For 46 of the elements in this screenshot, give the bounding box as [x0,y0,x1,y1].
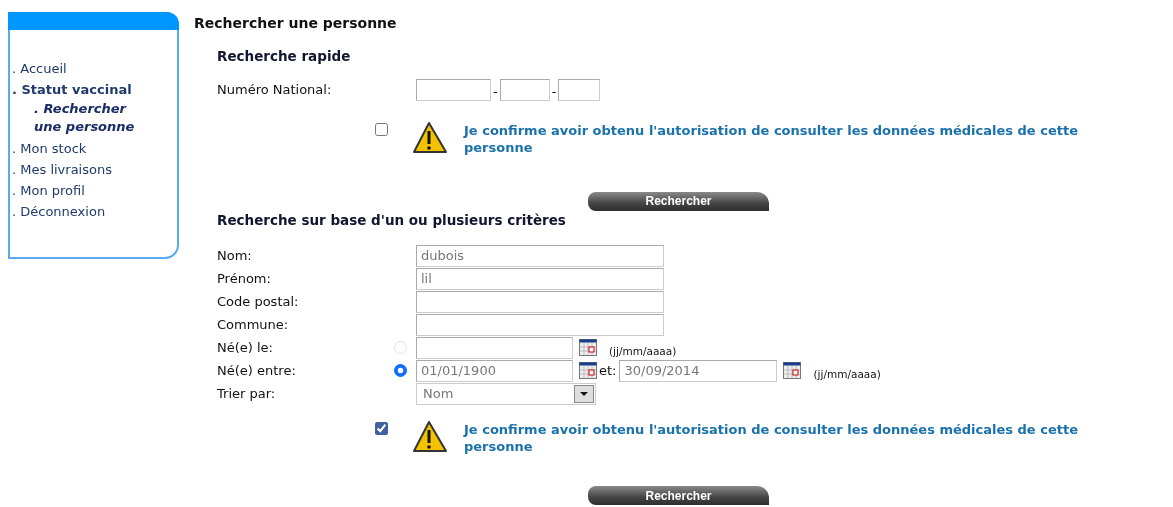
field-label: Numéro National: [217,81,333,100]
nav-link[interactable]: . Mes livraisons [12,159,177,180]
confirm-checkbox[interactable] [375,422,388,435]
input-field[interactable] [416,290,664,313]
nav-link[interactable]: . Mon profil [12,180,177,201]
field-label: Code postal: [217,292,300,311]
input-field[interactable] [416,79,491,101]
field-label: Né(e) le: [217,338,274,357]
date-field[interactable]: 01/01/1900 [416,359,573,382]
field-label: Commune: [217,315,290,334]
calendar-icon[interactable] [783,362,802,379]
confirm-text: Je confirme avoir obtenu l'autorisation de consulter les données médicales de cette personne [464,121,1079,156]
warning-icon [410,119,448,156]
to-label: et: [599,361,617,380]
search-button[interactable]: Rechercher [588,486,769,505]
input-field[interactable] [499,79,550,101]
nav-link[interactable]: . Accueil [12,58,177,79]
field-label: Né(e) entre: [217,361,297,380]
separator-text: - [492,83,499,102]
date-format-hint: (jj/mm/aaaa) [609,343,677,359]
input-field[interactable] [416,313,664,336]
date-format-hint: (jj/mm/aaaa) [813,366,881,382]
input-field[interactable]: lil [416,267,664,290]
date-field[interactable] [416,336,573,359]
date-field[interactable]: 30/09/2014 [619,359,778,382]
nav-link[interactable]: . Rechercher une personne [12,100,152,136]
nav-link[interactable]: . Mon stock [12,138,177,159]
nav-link[interactable]: . Déconnexion [12,201,177,222]
separator-text: - [550,83,558,102]
calendar-icon[interactable] [579,362,597,379]
confirm-checkbox[interactable] [375,122,388,136]
field-label: Nom: [217,246,253,265]
field-label: Trier par: [217,384,277,403]
warning-icon [410,419,448,455]
page-title: Rechercher une personne [194,14,398,33]
nav-link[interactable]: . Statut vaccinal [12,79,177,100]
calendar-icon[interactable] [579,339,597,356]
confirm-text: Je confirme avoir obtenu l'autorisation de consulter les données médicales de cette personne [464,421,1079,455]
input-field[interactable]: dubois [416,244,664,267]
input-field[interactable] [558,79,601,101]
date-radio[interactable] [394,364,407,377]
sort-select[interactable]: Nom [416,382,596,405]
section-title: Recherche sur base d'un ou plusieurs critères [217,210,567,230]
section-title: Recherche rapide [217,47,352,66]
field-label: Prénom: [217,269,272,288]
search-button[interactable]: Rechercher [588,191,769,211]
